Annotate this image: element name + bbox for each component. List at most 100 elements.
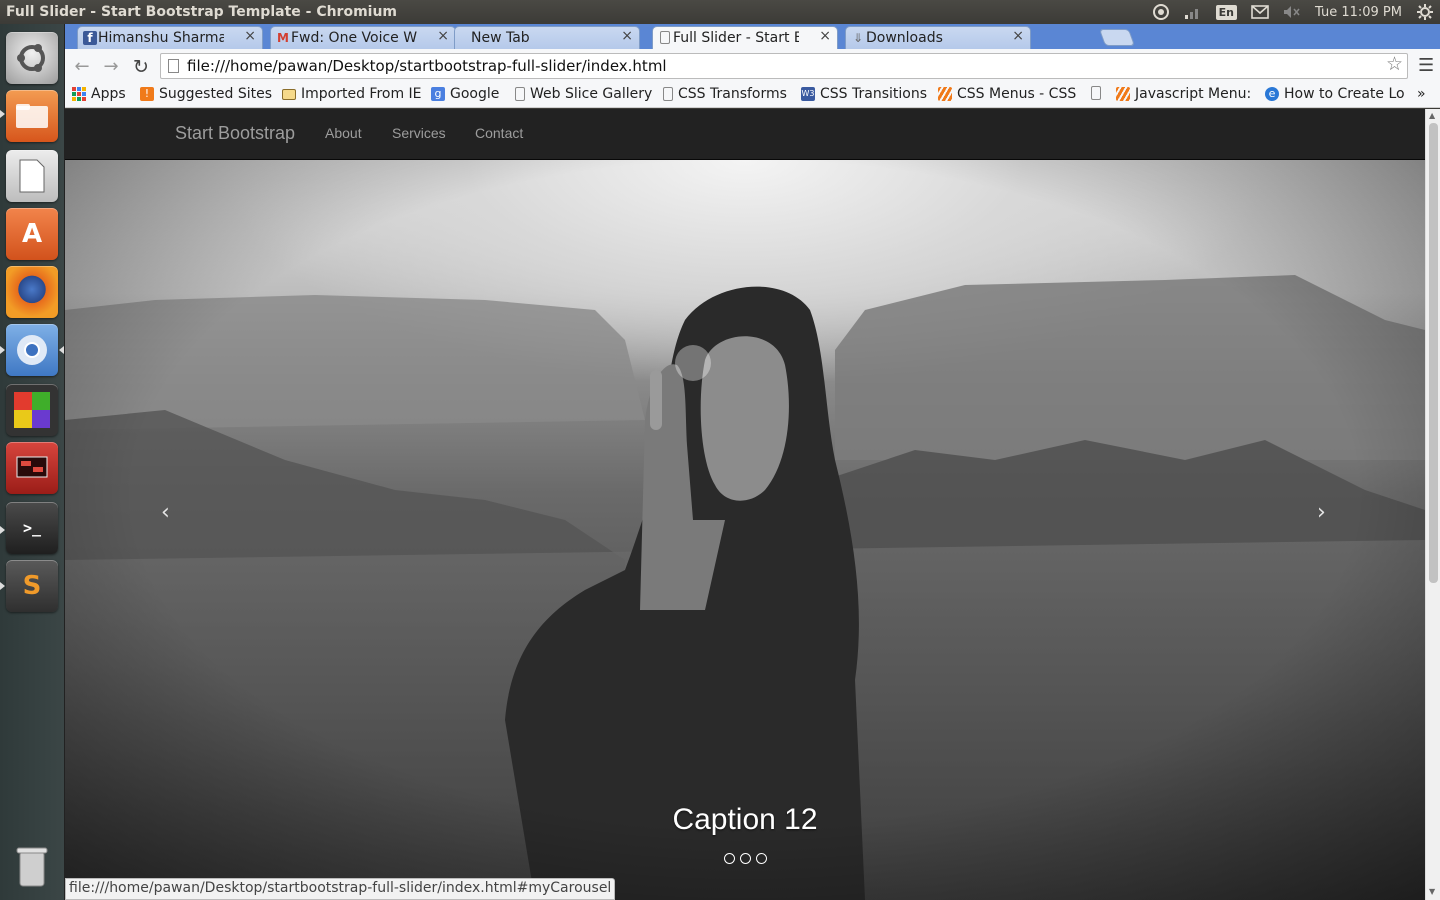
suggested-sites-icon: ! — [140, 87, 154, 101]
scroll-down-icon[interactable]: ▼ — [1429, 887, 1435, 896]
bookmark-star-icon[interactable]: ☆ — [1386, 53, 1403, 75]
reload-icon[interactable]: ↻ — [130, 56, 152, 78]
bookmark-label: Apps — [91, 86, 126, 102]
navbar-brand[interactable]: Start Bootstrap — [175, 123, 295, 144]
color-app-icon[interactable] — [6, 384, 58, 436]
scroll-up-icon[interactable]: ▲ — [1429, 111, 1435, 120]
browser-toolbar: ← → ↻ file:///home/pawan/Desktop/startbo… — [65, 49, 1440, 83]
files-icon[interactable] — [6, 90, 58, 142]
bookmark-javascript-menu[interactable]: Javascript Menu: — [1116, 86, 1254, 102]
bookmark-css-transitions[interactable]: W3 CSS Transitions — [801, 86, 927, 102]
settings-gear-icon[interactable] — [1416, 3, 1434, 21]
carousel-slide: ‹ › Caption 12 — [65, 160, 1425, 900]
tab-new-tab[interactable]: New Tab × — [454, 26, 640, 49]
nav-link-contact[interactable]: Contact — [475, 125, 523, 141]
bookmark-css-menus[interactable]: CSS Menus - CSS t — [938, 86, 1078, 102]
download-icon: ⇓ — [852, 31, 864, 45]
bookmark-suggested-sites[interactable]: ! Suggested Sites — [140, 86, 272, 102]
bookmark-label: Web Slice Gallery — [530, 86, 653, 102]
mail-icon[interactable] — [1251, 5, 1269, 19]
apps-grid-icon — [72, 87, 86, 101]
text-editor-icon[interactable] — [6, 150, 58, 202]
bookmark-web-slice-gallery[interactable]: Web Slice Gallery — [515, 86, 652, 102]
bookmark-label: CSS Transforms — [678, 86, 787, 102]
bookmarks-bar: Apps ! Suggested Sites Imported From IE … — [65, 83, 1440, 108]
carousel-indicator[interactable] — [723, 853, 735, 864]
url-text: file:///home/pawan/Desktop/startbootstra… — [187, 57, 667, 75]
unity-launcher: A >_ S — [0, 24, 65, 900]
carousel-caption: Caption 12 — [672, 803, 818, 836]
running-indicator — [0, 110, 5, 118]
close-tab-icon[interactable]: × — [1012, 28, 1024, 44]
page-icon — [1091, 86, 1101, 100]
bookmark-css-transforms[interactable]: CSS Transforms — [663, 86, 787, 102]
volume-muted-icon[interactable] — [1283, 5, 1301, 19]
chromium-icon[interactable] — [6, 324, 58, 376]
tab-downloads[interactable]: ⇓ Downloads × — [845, 26, 1031, 49]
window-title: Full Slider - Start Bootstrap Template -… — [6, 4, 398, 20]
facebook-icon: f — [83, 31, 97, 45]
indicator-area: En Tue 11:09 PM — [1152, 0, 1434, 24]
remmina-icon[interactable] — [6, 442, 58, 494]
keyboard-layout[interactable]: En — [1215, 4, 1237, 20]
close-tab-icon[interactable]: × — [819, 28, 831, 44]
bookmark-untitled[interactable] — [1091, 86, 1106, 100]
site-navbar: Start Bootstrap About Services Contact — [65, 109, 1425, 160]
tab-facebook[interactable]: f Himanshu Sharma - × — [77, 26, 263, 49]
close-tab-icon[interactable]: × — [244, 28, 256, 44]
carousel-prev-icon[interactable]: ‹ — [161, 500, 170, 525]
bookmark-imported-from-ie[interactable]: Imported From IE — [282, 86, 422, 102]
top-panel: Full Slider - Start Bootstrap Template -… — [0, 0, 1440, 24]
w3schools-icon: W3 — [801, 87, 815, 101]
carousel-indicators — [65, 853, 1425, 864]
network-icon[interactable] — [1184, 4, 1202, 20]
page-icon — [168, 59, 179, 73]
menu-icon[interactable]: ☰ — [1418, 55, 1434, 76]
close-tab-icon[interactable]: × — [621, 28, 633, 44]
tab-full-slider[interactable]: Full Slider - Start Boo × — [652, 26, 838, 49]
slide-photo — [65, 160, 1425, 900]
address-bar[interactable]: file:///home/pawan/Desktop/startbootstra… — [160, 53, 1408, 79]
stripes-icon — [1116, 87, 1130, 101]
clock[interactable]: Tue 11:09 PM — [1315, 5, 1402, 20]
carousel-indicator[interactable] — [739, 853, 751, 864]
running-indicator — [0, 346, 5, 354]
bookmark-label: How to Create Lo — [1284, 86, 1405, 102]
bookmark-apps[interactable]: Apps — [72, 86, 126, 102]
new-tab-button[interactable] — [1098, 29, 1136, 46]
tab-label: New Tab — [471, 30, 530, 46]
focused-indicator — [59, 346, 64, 354]
google-icon: g — [431, 87, 445, 101]
scroll-thumb[interactable] — [1429, 123, 1438, 583]
carousel-indicator[interactable] — [755, 853, 767, 864]
tab-label: Fwd: One Voice Web — [291, 30, 417, 46]
ie-icon: e — [1265, 87, 1279, 101]
back-icon[interactable]: ← — [71, 56, 93, 77]
tab-gmail[interactable]: M Fwd: One Voice Web × — [270, 26, 456, 49]
ubuntu-dash-icon[interactable] — [6, 32, 58, 84]
stripes-icon — [938, 87, 952, 101]
nav-link-about[interactable]: About — [325, 125, 362, 141]
software-center-icon[interactable]: A — [6, 208, 58, 260]
firefox-icon[interactable] — [6, 266, 58, 318]
nav-link-services[interactable]: Services — [392, 125, 446, 141]
page-scrollbar[interactable]: ▲ ▼ — [1425, 109, 1440, 900]
sublime-text-icon[interactable]: S — [6, 560, 58, 612]
bookmark-google[interactable]: g Google — [431, 86, 499, 102]
bookmarks-overflow-button[interactable]: » — [1417, 86, 1426, 102]
tab-label: Downloads — [866, 30, 943, 46]
page-icon — [663, 87, 673, 101]
bookmark-label: Google — [450, 86, 500, 102]
update-indicator-icon[interactable] — [1152, 3, 1170, 21]
bookmark-how-to-create[interactable]: e How to Create Lo — [1265, 86, 1407, 102]
close-tab-icon[interactable]: × — [437, 28, 449, 44]
page-icon — [515, 87, 525, 101]
overflow-chevron-icon: » — [1417, 86, 1426, 102]
terminal-icon[interactable]: >_ — [6, 502, 58, 554]
carousel-next-icon[interactable]: › — [1317, 500, 1326, 525]
trash-icon[interactable] — [6, 840, 58, 892]
bookmark-label: CSS Menus - CSS t — [957, 86, 1078, 102]
forward-icon[interactable]: → — [100, 56, 122, 77]
bookmark-label: Suggested Sites — [159, 86, 273, 102]
tab-strip: f Himanshu Sharma - × M Fwd: One Voice W… — [65, 24, 1440, 49]
